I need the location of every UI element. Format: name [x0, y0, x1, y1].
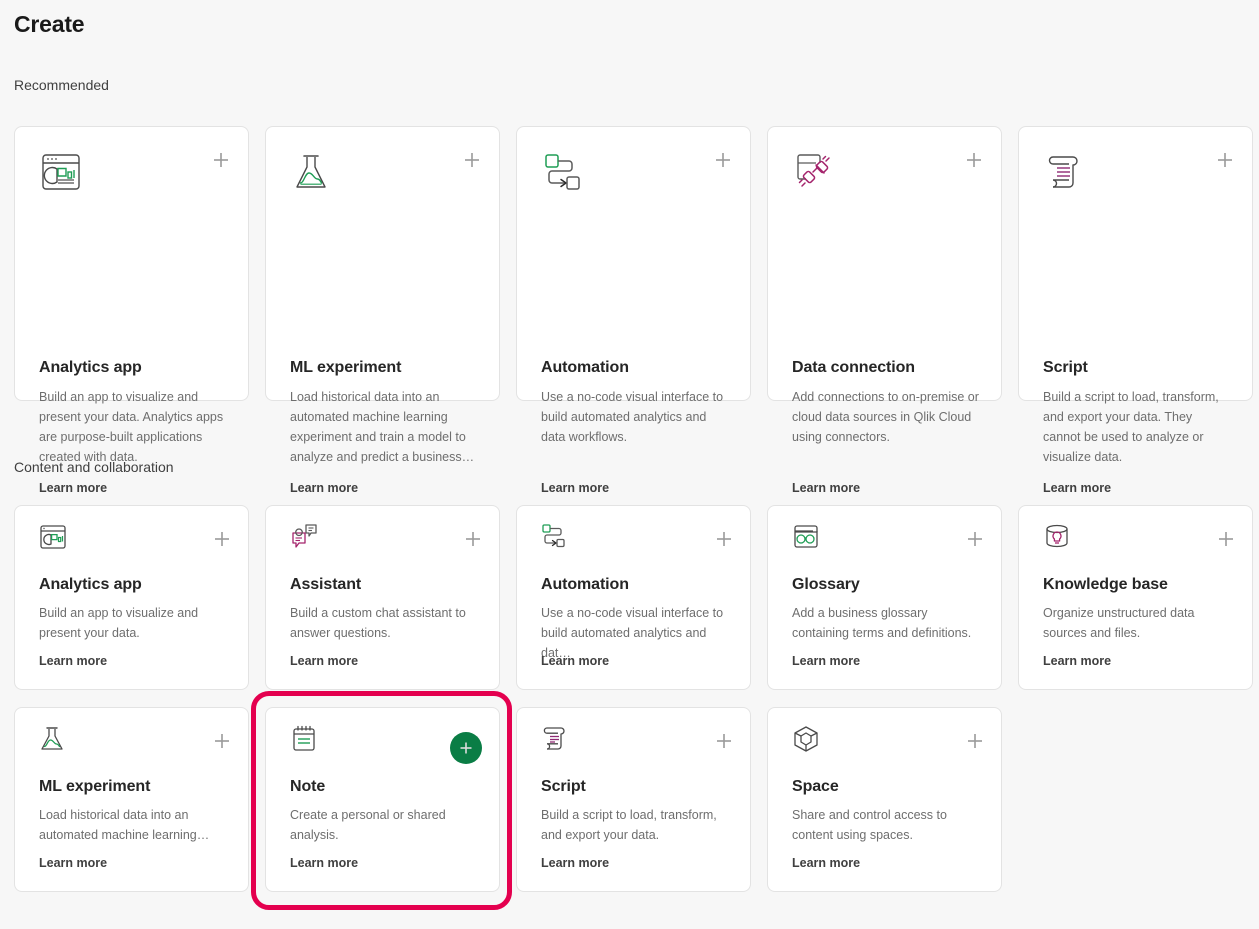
card-description: Create a personal or shared analysis.: [290, 808, 446, 842]
card-title: Note: [290, 778, 326, 795]
card-description: Build an app to visualize and present yo…: [39, 606, 199, 640]
learn-more-link[interactable]: Learn more: [792, 654, 860, 668]
learn-more-link[interactable]: Learn more: [39, 654, 107, 668]
card-description: Build a script to load, transform, and e…: [1043, 390, 1219, 464]
section-label-recommended: Recommended: [14, 77, 109, 93]
card-title: Data connection: [792, 359, 915, 376]
create-card-analytics-app[interactable]: Analytics app Build an app to visualize …: [14, 126, 249, 495]
card-title: Space: [792, 778, 839, 795]
create-card-assistant[interactable]: Assistant Build a custom chat assistant …: [265, 505, 500, 690]
learn-more-link[interactable]: Learn more: [541, 856, 609, 870]
card-title: Analytics app: [39, 359, 142, 376]
card-title: Analytics app: [39, 576, 142, 593]
script-scroll-icon: [1043, 149, 1091, 197]
add-automation-button[interactable]: [715, 530, 733, 548]
add-script-button[interactable]: [1216, 151, 1234, 169]
card-title: Assistant: [290, 576, 362, 593]
data-connection-plug-icon: [792, 149, 840, 197]
analytics-app-icon: [38, 522, 70, 554]
create-card-knowledge-base[interactable]: Knowledge base Organize unstructured dat…: [1018, 505, 1253, 690]
card-title: Automation: [541, 576, 629, 593]
flask-icon: [38, 724, 70, 756]
create-card-space[interactable]: Space Share and control access to conten…: [767, 707, 1002, 892]
automation-flow-icon: [540, 522, 572, 554]
card-description: Share and control access to content usin…: [792, 808, 947, 842]
learn-more-link[interactable]: Learn more: [541, 654, 609, 668]
card-title: Automation: [541, 359, 629, 376]
learn-more-link[interactable]: Learn more: [39, 856, 107, 870]
page-title: Create: [14, 11, 85, 37]
add-data-connection-button[interactable]: [965, 151, 983, 169]
card-title: ML experiment: [39, 778, 151, 795]
learn-more-link[interactable]: Learn more: [792, 856, 860, 870]
learn-more-link[interactable]: Learn more: [39, 481, 107, 495]
add-knowledge-base-button[interactable]: [1217, 530, 1235, 548]
add-glossary-button[interactable]: [966, 530, 984, 548]
add-analytics-app-button[interactable]: [213, 530, 231, 548]
add-automation-button[interactable]: [714, 151, 732, 169]
automation-flow-icon: [541, 149, 589, 197]
learn-more-link[interactable]: Learn more: [290, 856, 358, 870]
add-space-button[interactable]: [966, 732, 984, 750]
card-description: Add a business glossary containing terms…: [792, 606, 972, 640]
add-ml-experiment-button[interactable]: [463, 151, 481, 169]
learn-more-link[interactable]: Learn more: [290, 481, 358, 495]
learn-more-link[interactable]: Learn more: [541, 481, 609, 495]
recommended-card-grid: Analytics app Build an app to visualize …: [14, 126, 1253, 495]
learn-more-link[interactable]: Learn more: [1043, 654, 1111, 668]
create-card-script-small[interactable]: Script Build a script to load, transform…: [516, 707, 751, 892]
script-scroll-icon: [540, 724, 572, 756]
card-description: Load historical data into an automated m…: [290, 390, 475, 464]
create-card-data-connection[interactable]: Data connection Add connections to on-pr…: [767, 126, 1002, 495]
card-description: Build an app to visualize and present yo…: [39, 390, 224, 464]
card-title: Script: [541, 778, 586, 795]
card-description: Load historical data into an automated m…: [39, 808, 210, 842]
content-collaboration-card-grid-row-1: Analytics app Build an app to visualize …: [14, 505, 1253, 690]
card-title: Knowledge base: [1043, 576, 1168, 593]
create-card-analytics-app-small[interactable]: Analytics app Build an app to visualize …: [14, 505, 249, 690]
card-title: ML experiment: [290, 359, 402, 376]
learn-more-link[interactable]: Learn more: [290, 654, 358, 668]
content-collaboration-card-grid-row-2: ML experiment Load historical data into …: [14, 707, 1002, 892]
flask-icon: [290, 149, 338, 197]
card-description: Build a custom chat assistant to answer …: [290, 606, 466, 640]
card-description: Build a script to load, transform, and e…: [541, 808, 717, 842]
card-title: Glossary: [792, 576, 860, 593]
add-ml-experiment-button[interactable]: [213, 732, 231, 750]
create-card-ml-experiment-small[interactable]: ML experiment Load historical data into …: [14, 707, 249, 892]
create-card-script[interactable]: Script Build a script to load, transform…: [1018, 126, 1253, 495]
section-label-content-and-collaboration: Content and collaboration: [14, 459, 174, 475]
card-description: Use a no-code visual interface to build …: [541, 390, 724, 444]
learn-more-link[interactable]: Learn more: [1043, 481, 1111, 495]
create-page: Create Recommended Analytics app Build a…: [0, 0, 1259, 929]
card-title: Script: [1043, 359, 1088, 376]
assistant-chat-icon: [289, 522, 321, 554]
glossary-icon: [791, 522, 823, 554]
analytics-app-icon: [39, 149, 87, 197]
learn-more-link[interactable]: Learn more: [792, 481, 860, 495]
create-card-ml-experiment[interactable]: ML experiment Load historical data into …: [265, 126, 500, 495]
create-card-note[interactable]: Note Create a personal or shared analysi…: [265, 707, 500, 892]
add-analytics-app-button[interactable]: [212, 151, 230, 169]
create-card-automation-small[interactable]: Automation Use a no-code visual interfac…: [516, 505, 751, 690]
card-description: Organize unstructured data sources and f…: [1043, 606, 1195, 640]
knowledge-base-icon: [1042, 522, 1074, 554]
card-description: Add connections to on-premise or cloud d…: [792, 390, 979, 444]
add-assistant-button[interactable]: [464, 530, 482, 548]
add-script-button[interactable]: [715, 732, 733, 750]
create-card-automation[interactable]: Automation Use a no-code visual interfac…: [516, 126, 751, 495]
note-icon: [289, 724, 321, 756]
add-note-button[interactable]: [450, 732, 482, 764]
space-cube-icon: [791, 724, 823, 756]
create-card-glossary[interactable]: Glossary Add a business glossary contain…: [767, 505, 1002, 690]
